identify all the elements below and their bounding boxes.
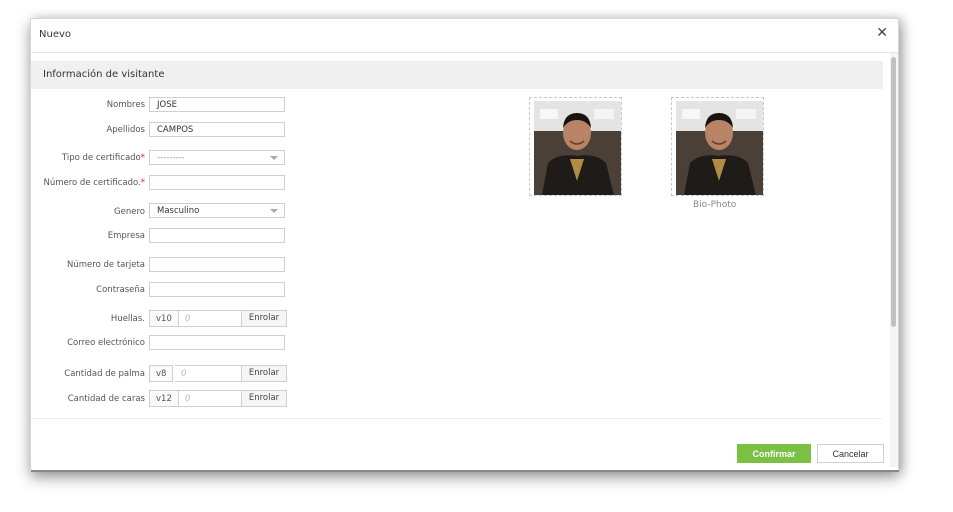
dialog-titlebar: Nuevo ✕ — [31, 19, 898, 53]
chevron-down-icon — [270, 209, 278, 213]
contrasena-input[interactable] — [149, 282, 285, 297]
huellas-label: Huellas. — [110, 314, 145, 324]
apellidos-input[interactable]: CAMPOS — [149, 122, 285, 137]
nombres-input[interactable]: JOSE — [149, 97, 285, 112]
genero-select[interactable]: Masculino — [149, 203, 285, 218]
numero-certificado-label: Número de certificado.* — [31, 178, 145, 188]
numero-certificado-label-text: Número de certificado. — [43, 178, 141, 188]
dialog-title: Nuevo — [39, 29, 72, 40]
palma-control: v8 0 Enrolar — [149, 365, 287, 382]
tipo-certificado-value: --------- — [157, 153, 185, 163]
dialog-bottom-border — [31, 470, 899, 472]
person-photo-icon — [676, 101, 763, 195]
caras-count: 0 — [179, 390, 241, 407]
footer-divider — [31, 418, 883, 419]
correo-label: Correo electrónico — [67, 338, 145, 348]
scrollbar[interactable] — [890, 53, 898, 467]
genero-value: Masculino — [157, 206, 200, 216]
caras-enroll-button[interactable]: Enrolar — [241, 390, 287, 407]
palma-enroll-button[interactable]: Enrolar — [241, 365, 287, 382]
new-visitor-dialog: Nuevo ✕ Información de visitante Nombres… — [30, 18, 899, 472]
numero-tarjeta-label: Número de tarjeta — [67, 260, 145, 270]
caras-version: v12 — [149, 390, 179, 407]
genero-label: Genero — [114, 207, 145, 217]
section-title: Información de visitante — [43, 69, 165, 80]
chevron-down-icon — [270, 156, 278, 160]
empresa-label: Empresa — [107, 231, 145, 241]
person-photo-icon — [534, 101, 621, 195]
apellidos-label: Apellidos — [106, 125, 145, 135]
bio-photo-label: Bio-Photo — [693, 200, 737, 210]
caras-control: v12 0 Enrolar — [149, 390, 287, 407]
tipo-certificado-label: Tipo de certificado* — [31, 153, 145, 163]
tipo-certificado-select[interactable]: --------- — [149, 150, 285, 165]
close-icon[interactable]: ✕ — [876, 25, 888, 41]
palma-label: Cantidad de palma — [64, 369, 145, 379]
tipo-certificado-label-text: Tipo de certificado — [61, 153, 141, 163]
required-marker: * — [140, 178, 145, 188]
palma-count: 0 — [175, 365, 241, 382]
scrollbar-thumb[interactable] — [891, 57, 896, 327]
empresa-input[interactable] — [149, 228, 285, 243]
visitor-photo — [534, 101, 621, 195]
bio-photo — [676, 101, 763, 195]
nombres-label: Nombres — [106, 100, 145, 110]
section-header: Información de visitante — [31, 61, 883, 89]
visitor-photo-box[interactable] — [529, 97, 622, 196]
cancel-button[interactable]: Cancelar — [817, 444, 884, 463]
numero-tarjeta-input[interactable] — [149, 257, 285, 272]
correo-input[interactable] — [149, 335, 285, 350]
caras-label: Cantidad de caras — [67, 394, 145, 404]
contrasena-label: Contraseña — [96, 285, 145, 295]
confirm-button[interactable]: Confirmar — [737, 444, 811, 463]
bio-photo-box[interactable] — [671, 97, 764, 196]
required-marker: * — [140, 153, 145, 163]
palma-version: v8 — [149, 365, 174, 382]
huellas-control: v10 0 Enrolar — [149, 310, 287, 327]
huellas-version: v10 — [149, 310, 179, 327]
huellas-count: 0 — [179, 310, 241, 327]
numero-certificado-input[interactable] — [149, 175, 285, 190]
huellas-enroll-button[interactable]: Enrolar — [241, 310, 287, 327]
